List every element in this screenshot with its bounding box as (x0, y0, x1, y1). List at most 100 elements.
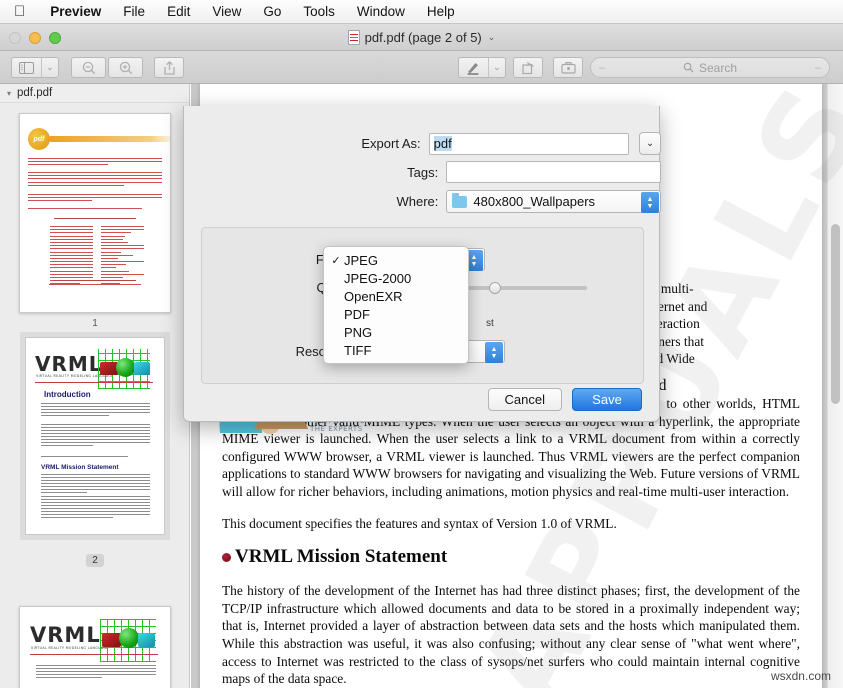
format-option-label: JPEG (344, 253, 378, 268)
format-option-label: OpenEXR (344, 289, 403, 304)
format-option-jpeg[interactable]: ✓ JPEG (324, 251, 468, 269)
zoom-out-button[interactable] (71, 57, 106, 78)
vrml-green-sphere (119, 628, 139, 648)
thumbnail-page-2[interactable]: VRML VIRTUAL REALITY MODELING LANGUAGE I… (25, 337, 165, 535)
chevron-up-icon: ▲ (491, 346, 498, 353)
thumb1-col-left (50, 226, 93, 287)
format-option-tiff[interactable]: TIFF (324, 341, 468, 359)
thumbnail-item-1[interactable]: pdf (0, 113, 190, 331)
vrml-red-rule (30, 654, 158, 655)
check-icon: ✓ (328, 254, 344, 267)
save-button[interactable]: Save (572, 388, 642, 411)
menu-item-help[interactable]: Help (416, 0, 466, 24)
format-option-label: TIFF (344, 343, 371, 358)
thumbnail-item-3[interactable]: VRML VIRTUAL REALITY MODELING LANGUAGE 3 (0, 606, 190, 688)
screenshot-root:  Preview File Edit View Go Tools Window… (0, 0, 843, 688)
zoom-out-icon (82, 61, 96, 75)
export-as-value: pdf (434, 136, 452, 151)
disclosure-triangle-icon[interactable]: ▾ (7, 89, 11, 98)
thumbnail-page-number: 2 (86, 554, 104, 567)
menu-item-file[interactable]: File (112, 0, 156, 24)
window-title-group: pdf.pdf (page 2 of 5) ⌄ (0, 24, 843, 51)
menu-item-go[interactable]: Go (252, 0, 292, 24)
menu-item-window[interactable]: Window (346, 0, 416, 24)
vrml-wordmark: VRML (35, 352, 103, 376)
thumb1-footer-text (40, 280, 150, 285)
search-field[interactable]: – Search – (590, 57, 830, 78)
paragraph-internet-history: The history of the development of the In… (222, 582, 800, 688)
markup-button[interactable]: ⌄ (458, 57, 506, 78)
rotate-button[interactable] (513, 57, 543, 78)
document-body: interactive behavior. These worlds can c… (222, 395, 800, 688)
format-option-pdf[interactable]: PDF (324, 305, 468, 323)
format-option-label: JPEG-2000 (344, 271, 411, 286)
thumbnail-sidebar[interactable]: ▾ pdf.pdf pdf (0, 84, 190, 688)
menu-item-edit[interactable]: Edit (156, 0, 201, 24)
sidebar-toggle-button[interactable]: ⌄ (11, 57, 59, 78)
where-popup-button[interactable]: 480x800_Wallpapers ▲ ▼ (446, 190, 661, 213)
vrml-cyan-shape (134, 362, 150, 375)
format-dropdown-menu[interactable]: ✓ JPEG JPEG-2000 OpenEXR PDF PNG TIFF (323, 246, 469, 364)
thumb2-body-3 (41, 456, 150, 459)
menu-item-preview[interactable]: Preview (39, 0, 112, 24)
document-icon (348, 30, 360, 45)
search-right-dash: – (815, 62, 821, 74)
apple-menu-icon[interactable]:  (14, 4, 25, 19)
vrml-wordmark-subtitle: VIRTUAL REALITY MODELING LANGUAGE (31, 646, 109, 650)
format-option-png[interactable]: PNG (324, 323, 468, 341)
pdf-promo-banner (48, 136, 171, 142)
format-option-jpeg-2000[interactable]: JPEG-2000 (324, 269, 468, 287)
sidebar-header[interactable]: ▾ pdf.pdf (0, 84, 189, 103)
thumbnail-page-1[interactable]: pdf (19, 113, 171, 313)
document-scrollbar-thumb[interactable] (831, 224, 840, 404)
thumbnail-page-3[interactable]: VRML VIRTUAL REALITY MODELING LANGUAGE (19, 606, 171, 688)
tags-row: Tags: (184, 161, 661, 183)
menu-item-tools[interactable]: Tools (292, 0, 346, 24)
markup-toolbar-button[interactable] (553, 57, 583, 78)
chevron-up-icon: ▲ (471, 254, 478, 261)
title-chevron-down-icon[interactable]: ⌄ (488, 32, 496, 43)
mac-menu-bar:  Preview File Edit View Go Tools Window… (0, 0, 843, 24)
search-placeholder: Search (699, 61, 737, 75)
thumbnail-1-number-row: 1 (0, 313, 190, 331)
format-option-openexr[interactable]: OpenEXR (324, 287, 468, 305)
vrml-cyan-shape (138, 633, 155, 647)
thumb1-text-block-3 (28, 194, 162, 204)
preview-window: pdf.pdf (page 2 of 5) ⌄ ⌄ (0, 24, 843, 688)
quality-slider-knob[interactable] (489, 282, 501, 294)
where-row: Where: 480x800_Wallpapers ▲ ▼ (184, 190, 661, 213)
export-as-input[interactable]: pdf (429, 133, 630, 155)
heading-vrml-mission-statement: VRML Mission Statement (222, 546, 800, 568)
where-stepper-arrows[interactable]: ▲ ▼ (641, 192, 659, 213)
resolution-stepper-arrows[interactable]: ▲ ▼ (485, 342, 503, 363)
heading-text: VRML Mission Statement (235, 546, 447, 568)
dialog-buttons: Cancel Save (488, 388, 642, 411)
thumb1-text-block-4 (28, 208, 162, 211)
thumb1-text-block-2 (28, 172, 162, 188)
vrml-red-shape (102, 633, 121, 647)
thumb1-col-right (101, 226, 144, 287)
thumb3-body-1 (36, 665, 156, 680)
export-as-label: Export As: (184, 136, 421, 151)
window-title: pdf.pdf (page 2 of 5) (365, 30, 482, 45)
format-option-label: PNG (344, 325, 372, 340)
thumb2-vrml-page: VRML VIRTUAL REALITY MODELING LANGUAGE I… (26, 338, 164, 534)
sidebar-chevron-down-icon[interactable]: ⌄ (41, 58, 58, 77)
chevron-down-icon: ⌄ (646, 138, 654, 149)
window-toolbar: ⌄ (0, 51, 843, 84)
thumb1-feature-columns (50, 226, 144, 287)
bullet-icon (222, 553, 231, 562)
cancel-button[interactable]: Cancel (488, 388, 562, 411)
markup-chevron-down-icon[interactable]: ⌄ (488, 58, 505, 77)
thumbnail-item-2[interactable]: VRML VIRTUAL REALITY MODELING LANGUAGE I… (0, 337, 190, 568)
window-titlebar[interactable]: pdf.pdf (page 2 of 5) ⌄ (0, 24, 843, 51)
sidebar-panel-icon[interactable] (12, 58, 41, 77)
thumb3-vrml-page: VRML VIRTUAL REALITY MODELING LANGUAGE (20, 607, 170, 688)
document-scrollbar-track[interactable] (827, 84, 843, 688)
expand-browser-button[interactable]: ⌄ (639, 132, 661, 155)
share-button[interactable] (154, 57, 184, 78)
zoom-in-button[interactable] (108, 57, 143, 78)
menu-item-view[interactable]: View (201, 0, 252, 24)
tags-input[interactable] (446, 161, 661, 183)
markup-pen-icon[interactable] (459, 58, 488, 77)
